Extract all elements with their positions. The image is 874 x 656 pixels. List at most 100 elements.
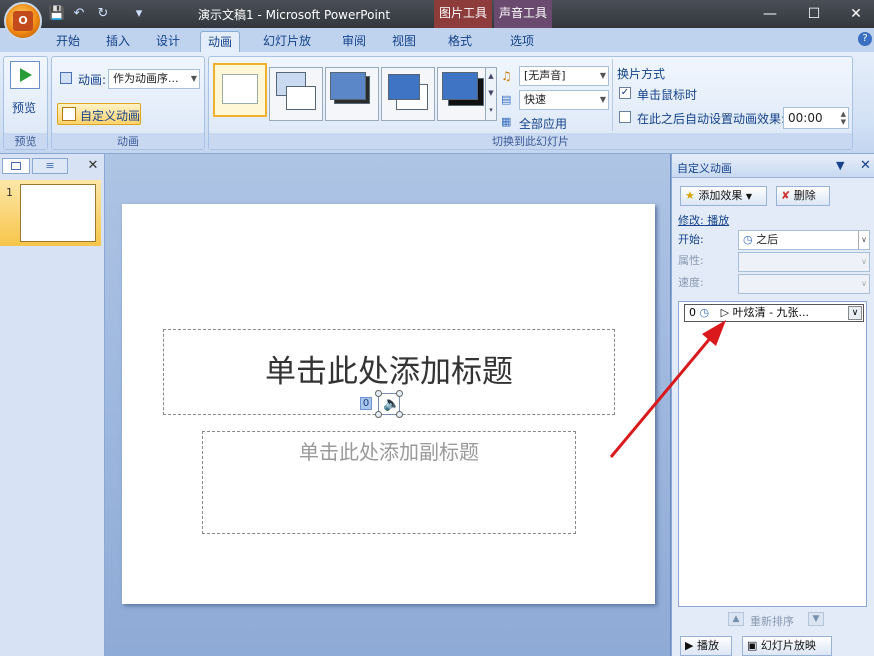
resize-handle[interactable] bbox=[375, 411, 382, 418]
animate-dropdown[interactable]: 作为动画序... ▼ bbox=[108, 69, 200, 89]
slides-tab[interactable] bbox=[2, 158, 30, 174]
transition-sound-dropdown[interactable]: [无声音] ▼ bbox=[519, 66, 609, 86]
custom-animation-icon bbox=[62, 107, 76, 121]
chevron-down-icon: ▼ bbox=[599, 95, 606, 104]
animation-group: 动画: 作为动画序... ▼ 自定义动画 动画 bbox=[51, 56, 205, 150]
tab-review[interactable]: 审阅 bbox=[336, 31, 372, 52]
transition-fade-black-thumb[interactable] bbox=[325, 67, 379, 121]
speed-icon: ▤ bbox=[501, 93, 512, 106]
chevron-down-icon: ▼ bbox=[190, 74, 197, 83]
modify-label: 修改: 播放 bbox=[678, 214, 730, 227]
transition-scroll[interactable]: ▲ ▼ ▾ bbox=[485, 67, 497, 121]
animation-list[interactable] bbox=[678, 301, 867, 607]
add-effect-label: 添加效果 bbox=[698, 189, 743, 202]
remove-button[interactable]: ✘ 删除 bbox=[776, 186, 830, 206]
close-icon[interactable]: ✕ bbox=[834, 0, 874, 28]
pane-header: 自定义动画 ▼ ✕ bbox=[672, 154, 874, 178]
save-icon[interactable]: 💾 bbox=[48, 5, 66, 23]
animation-order-tag: 0 bbox=[360, 397, 372, 410]
apply-all-icon: ▦ bbox=[501, 115, 512, 128]
slide-number: 1 bbox=[6, 186, 13, 199]
speed-value: 快速 bbox=[524, 93, 546, 106]
tab-home[interactable]: 开始 bbox=[50, 31, 86, 52]
chevron-down-icon: ∨ bbox=[861, 279, 867, 288]
outline-tab[interactable]: ≡ bbox=[32, 158, 68, 174]
advance-heading: 换片方式 bbox=[617, 67, 666, 81]
transition-speed-dropdown[interactable]: 快速 ▼ bbox=[519, 90, 609, 110]
spinner-icon[interactable]: ▲ ▼ bbox=[841, 110, 846, 126]
chevron-down-icon: ∨ bbox=[861, 257, 867, 266]
office-button[interactable]: O bbox=[4, 2, 42, 40]
tab-animations[interactable]: 动画 bbox=[200, 31, 240, 52]
star-icon: ★ bbox=[685, 189, 695, 202]
speaker-icon: 🔈 bbox=[383, 396, 401, 412]
chevron-down-icon[interactable]: ∨ bbox=[848, 306, 862, 320]
on-click-checkbox[interactable]: ✓ bbox=[619, 87, 631, 99]
undo-icon[interactable]: ↶ bbox=[70, 5, 88, 23]
animation-index: 0 bbox=[689, 306, 696, 319]
minimize-icon[interactable]: — bbox=[748, 0, 792, 28]
resize-handle[interactable] bbox=[375, 390, 382, 397]
help-icon[interactable]: ? bbox=[858, 32, 872, 46]
add-effect-button[interactable]: ★ 添加效果 ▼ bbox=[680, 186, 767, 206]
tab-insert[interactable]: 插入 bbox=[100, 31, 136, 52]
sound-value: [无声音] bbox=[524, 69, 566, 82]
slideshow-button[interactable]: ▣ 幻灯片放映 bbox=[742, 636, 832, 656]
pane-menu-icon[interactable]: ▼ bbox=[836, 159, 844, 172]
property-dropdown: ∨ bbox=[738, 252, 870, 272]
close-pane-icon[interactable]: ✕ bbox=[860, 158, 871, 173]
transition-group-label: 切换到此幻灯片 bbox=[209, 133, 852, 149]
maximize-icon[interactable]: ☐ bbox=[792, 0, 836, 28]
transition-cut-thumb[interactable] bbox=[381, 67, 435, 121]
remove-icon: ✘ bbox=[781, 189, 791, 202]
redo-icon[interactable]: ↻ bbox=[94, 5, 112, 23]
preview-group: 预览 预览 bbox=[3, 56, 48, 150]
pane-title: 自定义动画 bbox=[677, 162, 732, 175]
clock-icon: ◷ bbox=[743, 233, 753, 246]
animate-value: 作为动画序... bbox=[113, 72, 179, 85]
transition-cut-black-thumb[interactable] bbox=[437, 67, 491, 121]
slides-tab-icon bbox=[11, 162, 21, 170]
slide-thumbnail-selected[interactable]: 1 bbox=[0, 180, 101, 246]
preview-button[interactable]: 预览 bbox=[12, 99, 36, 116]
close-pane-icon[interactable]: ✕ bbox=[86, 158, 100, 174]
preview-group-label: 预览 bbox=[4, 133, 47, 149]
speed-label: 速度: bbox=[678, 276, 704, 289]
move-up-icon: ▲ bbox=[728, 612, 744, 626]
play-button[interactable]: ▶ 播放 bbox=[680, 636, 732, 656]
transition-group: ▲ ▼ ▾ ♫ [无声音] ▼ ▤ 快速 ▼ ▦ 全部应用 换片方式 ✓ 单击鼠标时 在… bbox=[208, 56, 853, 150]
play-icon: ▶ bbox=[685, 639, 694, 652]
on-click-label: 单击鼠标时 bbox=[637, 88, 698, 102]
apply-all-button[interactable]: 全部应用 bbox=[519, 115, 567, 132]
tab-format[interactable]: 格式 bbox=[442, 31, 478, 52]
start-dropdown[interactable]: ◷ 之后 ∨ bbox=[738, 230, 870, 250]
picture-tools-label: 图片工具 bbox=[434, 0, 492, 28]
subtitle-placeholder[interactable]: 单击此处添加副标题 bbox=[202, 431, 576, 534]
clock-icon: ◷ bbox=[699, 306, 710, 319]
custom-animation-label: 自定义动画 bbox=[80, 109, 141, 123]
tab-options[interactable]: 选项 bbox=[504, 31, 540, 52]
auto-after-label: 在此之后自动设置动画效果: bbox=[637, 112, 786, 126]
start-value: 之后 bbox=[756, 233, 779, 246]
remove-label: 删除 bbox=[793, 189, 816, 202]
tab-slideshow[interactable]: 幻灯片放映 bbox=[252, 31, 322, 68]
play-triangle-icon: ▷ bbox=[720, 306, 730, 319]
auto-after-time-input[interactable]: 00:00 ▲ ▼ bbox=[783, 107, 849, 129]
animation-name: 叶炫清 - 九张... bbox=[732, 306, 810, 319]
tab-view[interactable]: 视图 bbox=[386, 31, 422, 52]
animation-group-label: 动画 bbox=[52, 133, 204, 149]
auto-after-checkbox[interactable] bbox=[619, 111, 631, 123]
animate-label: 动画: bbox=[78, 73, 107, 87]
resize-handle[interactable] bbox=[396, 411, 403, 418]
sound-object[interactable]: 🔈 bbox=[375, 390, 403, 418]
sound-icon: ♫ bbox=[501, 69, 512, 83]
customize-qat-icon[interactable]: ▾ bbox=[130, 5, 148, 23]
speed-dropdown: ∨ bbox=[738, 274, 870, 294]
transition-fade-thumb[interactable] bbox=[269, 67, 323, 121]
preview-icon[interactable] bbox=[10, 61, 40, 89]
transition-none-thumb[interactable] bbox=[213, 63, 267, 117]
custom-animation-button[interactable]: 自定义动画 bbox=[57, 103, 141, 125]
animation-list-item[interactable]: 0 ◷ ▷ 叶炫清 - 九张... ∨ bbox=[684, 304, 864, 322]
tab-design[interactable]: 设计 bbox=[150, 31, 186, 52]
reorder-label: 重新排序 bbox=[750, 615, 794, 628]
